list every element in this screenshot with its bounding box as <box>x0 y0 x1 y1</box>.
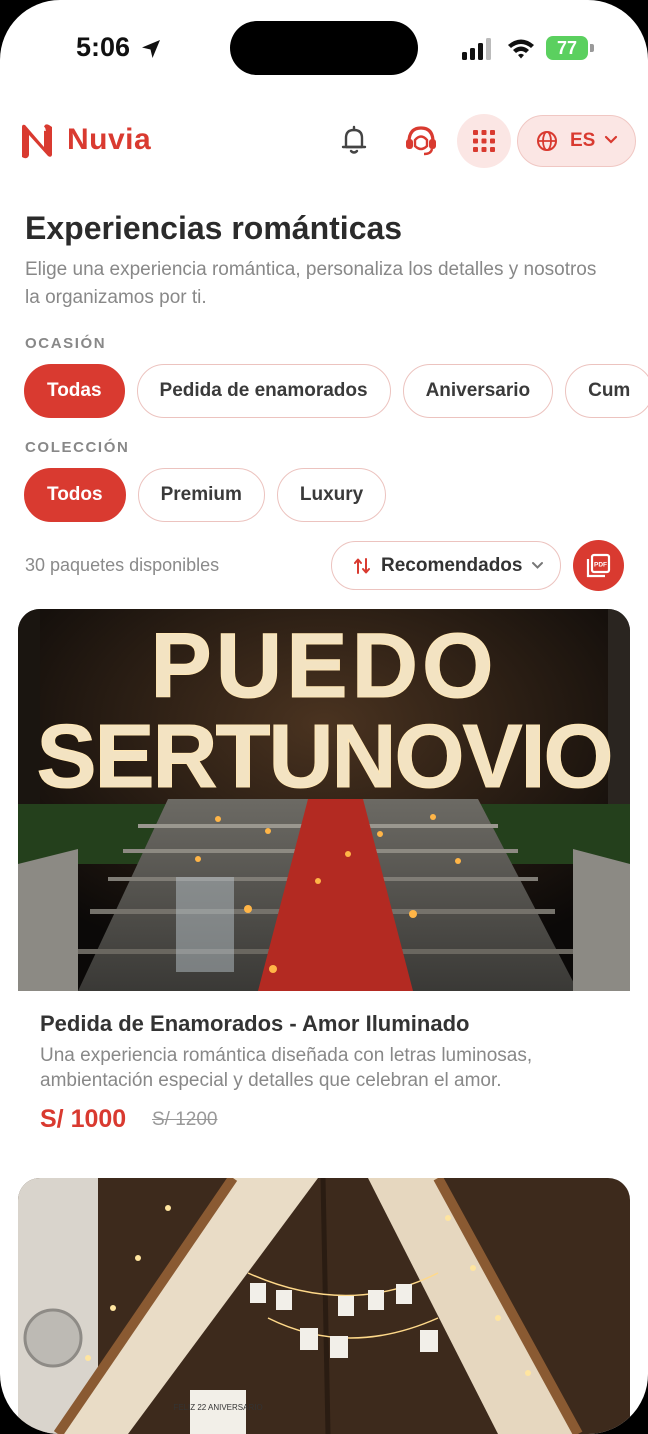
status-bar: 5:06 77 <box>0 0 648 96</box>
brand-name: Nuvia <box>67 123 152 156</box>
chip-occasion-aniversario[interactable]: Aniversario <box>402 364 554 418</box>
product-price: S/ 1000 <box>40 1105 127 1133</box>
product-card[interactable]: FELIZ 22 ANIVERSARIO <box>18 1178 630 1434</box>
apps-grid-button[interactable] <box>457 114 511 168</box>
signal-icon <box>462 38 491 60</box>
bell-icon[interactable] <box>336 122 372 158</box>
phone-screen: 5:06 77 Nuvia ES Experiencias románticas… <box>0 0 648 1434</box>
battery-icon: 77 <box>546 36 594 60</box>
product-title: Pedida de Enamorados - Amor Iluminado <box>40 1011 470 1036</box>
app-header: Nuvia ES <box>0 110 648 170</box>
chip-occasion-pedida[interactable]: Pedida de enamorados <box>136 364 391 418</box>
product-card[interactable]: PUEDO SERTUNOVIO Pedida de Enamorados - … <box>18 609 630 1149</box>
chip-collection-todos[interactable]: Todos <box>24 468 126 522</box>
occasion-chips: Todas Pedida de enamorados Aniversario C… <box>24 364 648 418</box>
location-arrow-icon <box>142 40 160 58</box>
occasion-label: OCASIÓN <box>25 335 107 352</box>
product-image: PUEDO SERTUNOVIO <box>18 609 630 991</box>
product-image: FELIZ 22 ANIVERSARIO <box>18 1178 630 1434</box>
pdf-button[interactable]: PDF <box>573 540 624 591</box>
wifi-icon <box>508 39 534 59</box>
chip-collection-luxury[interactable]: Luxury <box>276 468 387 522</box>
product-description: Una experiencia romántica diseñada con l… <box>40 1045 533 1091</box>
svg-text:PDF: PDF <box>594 562 607 569</box>
battery-level: 77 <box>556 38 578 58</box>
sort-label: Recomendados <box>381 555 523 576</box>
marquee-line-2: SERTUNOVIO <box>36 707 611 807</box>
lightbox-sign: FELIZ 22 ANIVERSARIO <box>173 1403 262 1412</box>
status-time: 5:06 <box>76 32 131 62</box>
sort-dropdown[interactable]: Recomendados <box>331 541 561 590</box>
page-subtitle: Elige una experiencia romántica, persona… <box>25 259 597 308</box>
dynamic-island <box>230 21 418 75</box>
globe-icon <box>537 131 557 151</box>
chip-collection-premium[interactable]: Premium <box>137 468 265 522</box>
nuvia-logo-icon <box>22 124 52 159</box>
pdf-icon: PDF <box>586 553 611 578</box>
language-selector[interactable]: ES <box>517 115 636 167</box>
results-count: 30 paquetes disponibles <box>25 555 220 575</box>
chip-occasion-todas[interactable]: Todas <box>24 364 125 418</box>
grid-icon <box>473 130 495 152</box>
chip-occasion-cumpleanos[interactable]: Cum <box>565 364 648 418</box>
language-label: ES <box>570 130 596 151</box>
sort-icon <box>354 558 370 574</box>
product-old-price: S/ 1200 <box>152 1109 218 1130</box>
page-title: Experiencias románticas <box>25 210 403 246</box>
collection-label: COLECCIÓN <box>25 439 130 456</box>
collection-chips: Todos Premium Luxury <box>24 468 387 522</box>
chevron-down-icon <box>532 562 543 569</box>
chevron-down-icon <box>604 135 618 144</box>
support-agent-icon[interactable] <box>402 122 440 158</box>
marquee-line-1: PUEDO <box>150 615 497 717</box>
